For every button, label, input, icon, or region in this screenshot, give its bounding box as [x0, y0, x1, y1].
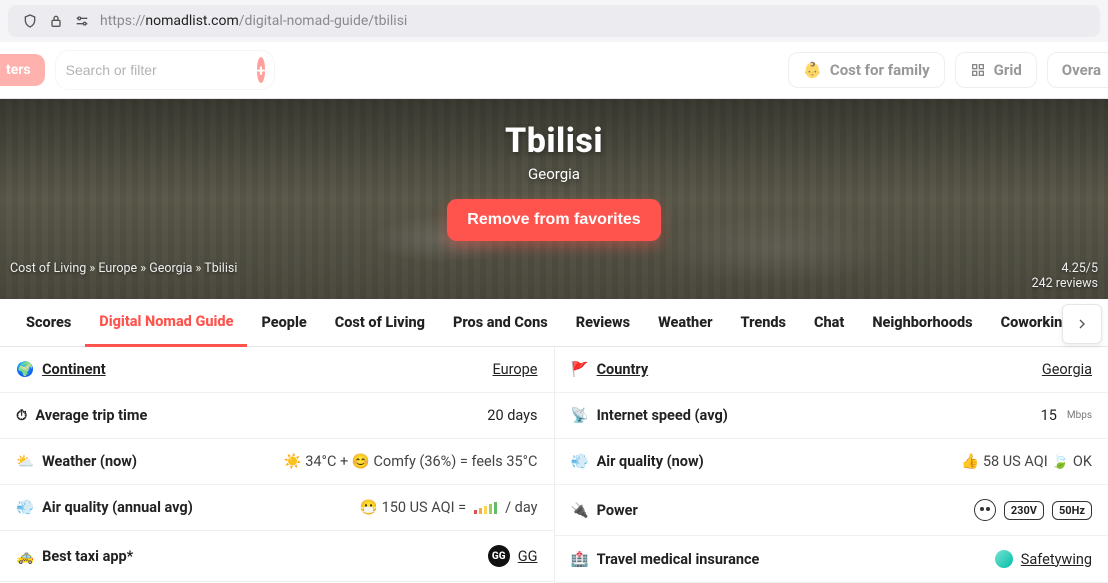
row-weather-now: ⛅ Weather (now) ☀️ 34°C + 😊 Comfy (36%) =… [0, 439, 554, 485]
tab-neighborhoods[interactable]: Neighborhoods [858, 300, 986, 345]
label-weather-now: Weather (now) [42, 453, 137, 470]
value-taxi[interactable]: GG GG [488, 545, 538, 567]
remove-favorite-button[interactable]: Remove from favorites [447, 199, 660, 241]
url-host: nomadlist.com [145, 13, 238, 29]
lock-icon [48, 13, 64, 29]
label-taxi: Best taxi app* [42, 548, 133, 565]
browser-urlbar[interactable]: https://nomadlist.com/digital-nomad-guid… [8, 5, 1100, 37]
breadcrumb[interactable]: Cost of Living » Europe » Georgia » Tbil… [10, 261, 237, 291]
tabs: Scores Digital Nomad Guide People Cost o… [0, 299, 1108, 347]
tab-scores[interactable]: Scores [12, 300, 85, 345]
gg-badge-icon: GG [488, 545, 510, 567]
sun-cloud-icon: ⛅ [16, 453, 34, 470]
label-insurance: Travel medical insurance [597, 551, 760, 568]
tab-people[interactable]: People [247, 300, 320, 345]
wind-icon: 💨 [16, 499, 34, 516]
info-col-left: 🌍 Continent Europe ⏱ Average trip time 20 … [0, 347, 555, 583]
shield-icon [22, 13, 38, 29]
label-power: Power [597, 502, 638, 519]
add-filter-button[interactable]: + [257, 57, 266, 83]
tab-digital-nomad-guide[interactable]: Digital Nomad Guide [85, 299, 247, 347]
value-internet: 15Mbps [1041, 407, 1092, 424]
url-scheme: https:// [100, 13, 145, 29]
taxi-icon: 🚕 [16, 548, 34, 565]
overall-button[interactable]: Overa [1047, 52, 1108, 88]
row-aqi-avg: 💨 Air quality (annual avg) 😷 150 US AQI =… [0, 485, 554, 531]
hero: Tbilisi Georgia Remove from favorites Co… [0, 99, 1108, 299]
tab-reviews[interactable]: Reviews [562, 300, 644, 345]
bars-icon [474, 502, 497, 514]
tabs-scroll-right[interactable] [1062, 304, 1102, 344]
label-internet: Internet speed (avg) [597, 407, 728, 424]
page-title: Tbilisi [0, 121, 1108, 161]
label-country: Country [597, 361, 649, 378]
label-aqi-now: Air quality (now) [597, 453, 704, 470]
tab-trends[interactable]: Trends [726, 300, 800, 345]
frequency-badge: 50Hz [1052, 501, 1092, 520]
outlet-icon [974, 499, 996, 521]
row-internet: 📡 Internet speed (avg) 15Mbps [555, 393, 1108, 439]
value-country[interactable]: Georgia [1042, 361, 1092, 378]
hospital-icon: 🏥 [571, 551, 589, 568]
globe-icon: 🌍 [16, 361, 34, 378]
tab-chat[interactable]: Chat [800, 300, 858, 345]
value-continent[interactable]: Europe [493, 361, 538, 378]
tab-pros-cons[interactable]: Pros and Cons [439, 300, 562, 345]
tab-cost-of-living[interactable]: Cost of Living [321, 300, 439, 345]
value-aqi-avg: 😷 150 US AQI = / day [360, 499, 538, 516]
app-toolbar: ters + 👶 Cost for family Grid Overa [0, 42, 1108, 99]
row-trip-time: ⏱ Average trip time 20 days [0, 393, 554, 439]
url-path: /digital-nomad-guide/tbilisi [239, 13, 408, 29]
row-aqi-now: 💨 Air quality (now) 👍 58 US AQI 🍃 OK [555, 439, 1108, 485]
row-continent: 🌍 Continent Europe [0, 347, 554, 393]
page-subtitle: Georgia [0, 165, 1108, 183]
value-trip-time: 20 days [487, 407, 537, 424]
search-input[interactable] [66, 62, 247, 78]
chevron-right-icon [1074, 316, 1090, 332]
browser-urlbar-row: https://nomadlist.com/digital-nomad-guid… [0, 0, 1108, 42]
permissions-icon [74, 13, 90, 29]
row-taxi: 🚕 Best taxi app* GG GG [0, 531, 554, 582]
clock-icon: ⏱ [16, 407, 27, 424]
label-continent: Continent [42, 361, 106, 378]
rating-score: 4.25/5 [1032, 261, 1098, 276]
label-aqi-avg: Air quality (annual avg) [42, 499, 193, 516]
voltage-badge: 230V [1004, 501, 1044, 520]
label-trip-time: Average trip time [35, 407, 147, 424]
value-power: 230V 50Hz [974, 499, 1092, 521]
plug-icon: 🔌 [571, 502, 589, 519]
rating-reviews: 242 reviews [1032, 276, 1098, 291]
row-country: 🚩 Country Georgia [555, 347, 1108, 393]
wind-icon: 💨 [571, 453, 589, 470]
row-power: 🔌 Power 230V 50Hz [555, 485, 1108, 536]
grid-icon [970, 62, 986, 78]
search-filter[interactable]: + [55, 50, 275, 90]
row-insurance: 🏥 Travel medical insurance Safetywing [555, 536, 1108, 583]
value-aqi-now: 👍 58 US AQI 🍃 OK [961, 453, 1092, 470]
value-insurance[interactable]: Safetywing [995, 550, 1092, 568]
tab-weather[interactable]: Weather [644, 300, 726, 345]
info-col-right: 🚩 Country Georgia 📡 Internet speed (avg) 1… [555, 347, 1108, 583]
filters-pill[interactable]: ters [0, 54, 45, 86]
cost-family-button[interactable]: 👶 Cost for family [788, 52, 944, 88]
flag-icon: 🚩 [571, 361, 589, 378]
satellite-icon: 📡 [571, 407, 589, 424]
value-weather-now: ☀️ 34°C + 😊 Comfy (36%) = feels 35°C [284, 453, 538, 470]
safetywing-icon [995, 550, 1013, 568]
grid-view-button[interactable]: Grid [955, 52, 1037, 88]
info-grid: 🌍 Continent Europe ⏱ Average trip time 20 … [0, 347, 1108, 583]
rating-block: 4.25/5 242 reviews [1032, 261, 1098, 291]
url-text[interactable]: https://nomadlist.com/digital-nomad-guid… [100, 13, 407, 29]
